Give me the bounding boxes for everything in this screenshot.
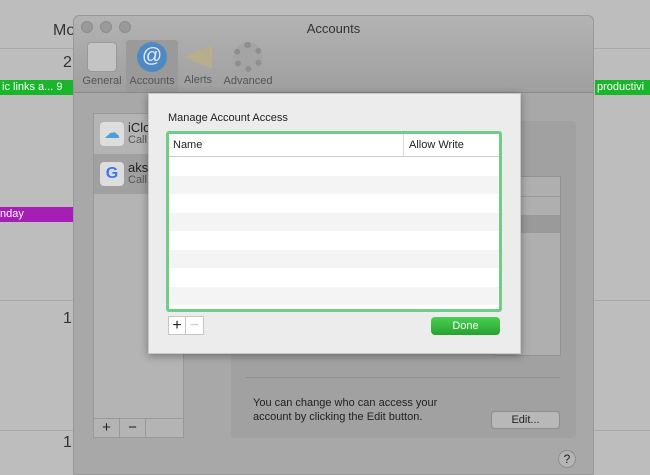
toolbar: Accounts General @ Accounts Alerts Advanc… [74,16,593,93]
tab-label: Accounts [129,75,175,87]
done-button[interactable]: Done [431,317,500,335]
table-body [169,157,499,305]
tab-label: General [82,75,122,87]
access-table: Name Allow Write [166,131,502,312]
account-name: aks [128,160,149,175]
at-icon: @ [137,42,167,72]
calendar-event[interactable]: ic links a... 9 [0,80,73,95]
megaphone-icon [184,45,212,69]
manage-account-access-dialog: Manage Account Access Name Allow Write +… [148,93,521,354]
remove-account-button[interactable]: − [120,419,146,437]
calendar-event[interactable]: productivi [595,80,650,95]
access-note: You can change who can access your accou… [253,397,438,423]
help-button[interactable]: ? [558,450,576,468]
tab-alerts[interactable]: Alerts [178,40,218,92]
window-title: Accounts [306,21,361,36]
remove-delegate-button[interactable]: − [186,316,204,335]
day-number: 1 [63,434,72,451]
tab-label: Advanced [223,75,273,87]
month-title: Mo [53,22,76,39]
gear-icon [233,42,263,72]
account-sub: Call [128,174,147,186]
add-delegate-button[interactable]: + [168,316,186,335]
calendar-event[interactable]: nday [0,207,73,222]
column-header-allow-write[interactable]: Allow Write [404,134,499,156]
switch-icon [87,42,117,72]
icloud-icon: ☁ [100,122,124,146]
column-header-name[interactable]: Name [169,134,404,156]
day-number: 1 [63,310,72,327]
tab-advanced[interactable]: Advanced [220,40,276,92]
tab-label: Alerts [183,74,213,86]
tab-general[interactable]: General [76,40,128,92]
edit-button[interactable]: Edit... [491,411,560,429]
tab-accounts[interactable]: @ Accounts [126,40,178,92]
dialog-title: Manage Account Access [168,112,288,124]
google-icon: G [100,162,124,186]
add-account-button[interactable]: + [94,419,120,437]
day-number: 2 [63,54,72,71]
